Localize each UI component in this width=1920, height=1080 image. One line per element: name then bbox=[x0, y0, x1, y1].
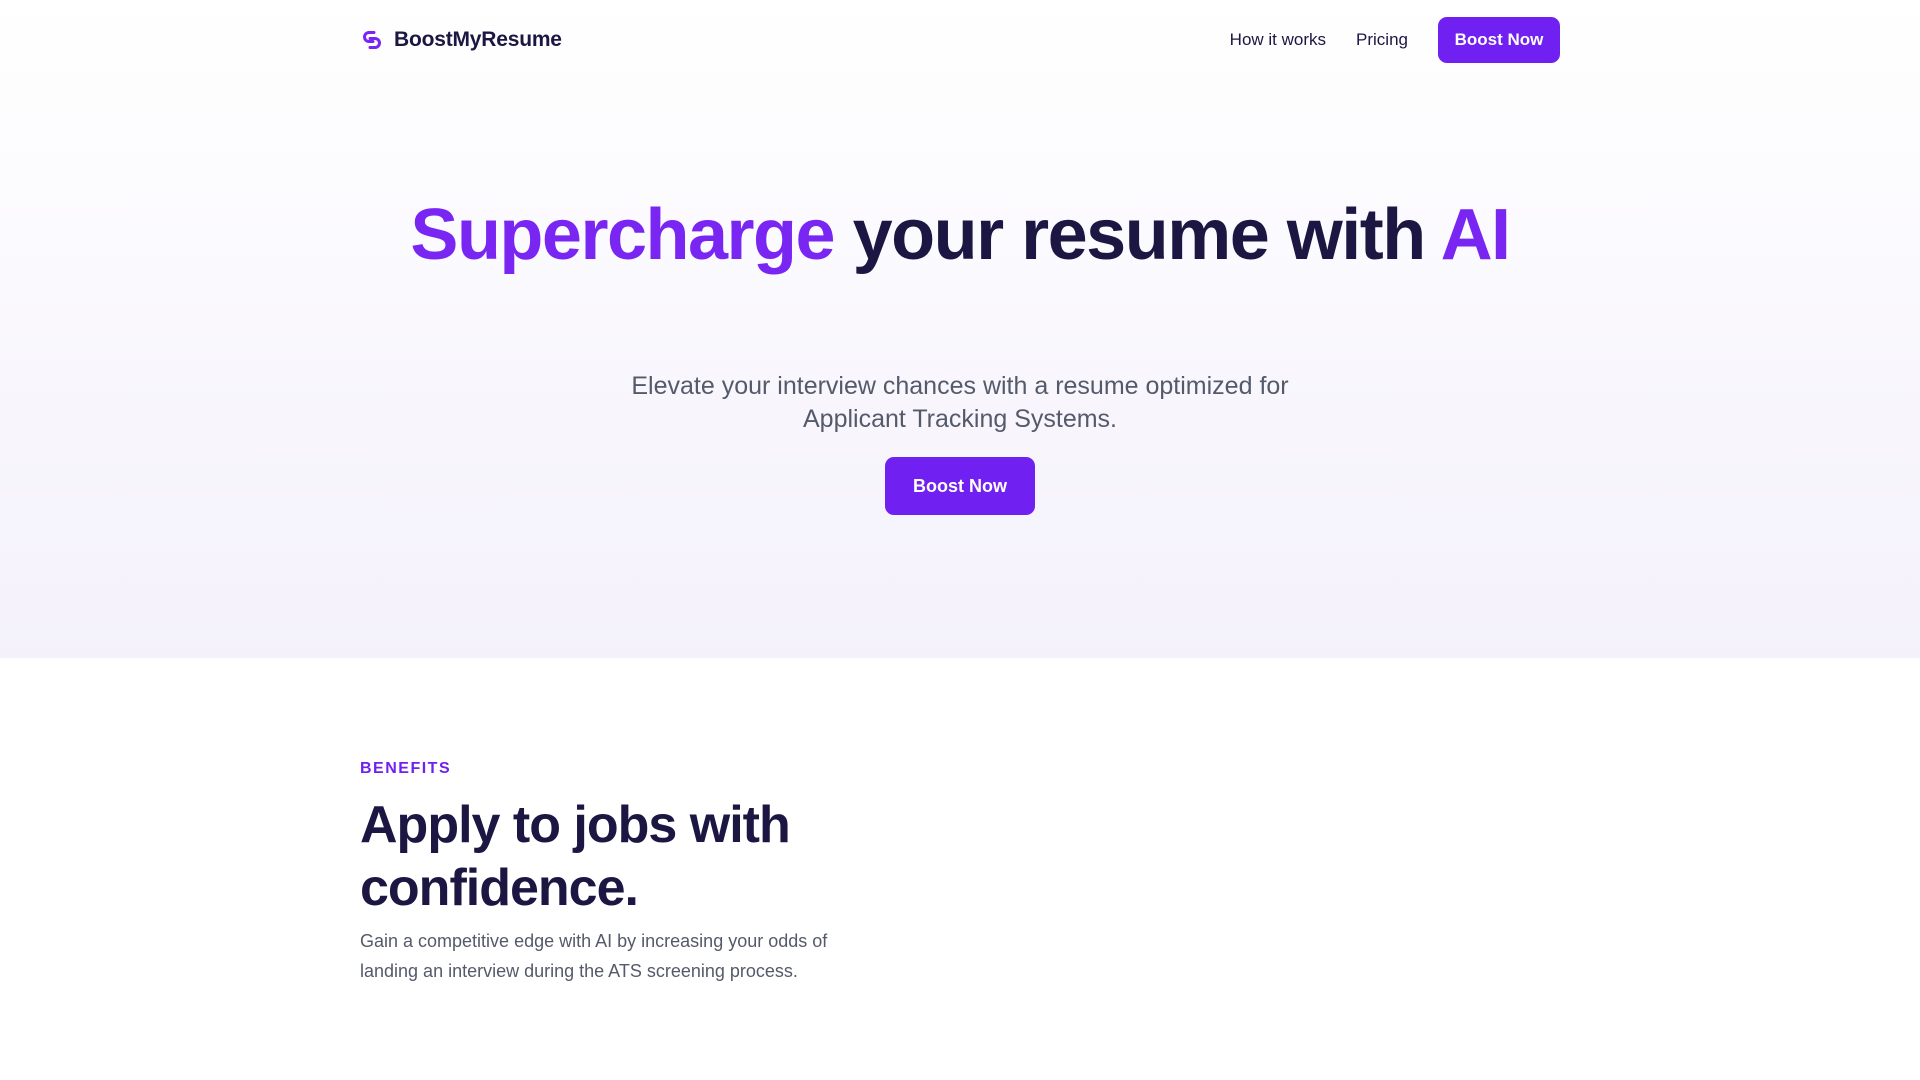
benefits-title: Apply to jobs with confidence. bbox=[360, 796, 791, 917]
hero-title-accent-ai: AI bbox=[1440, 195, 1512, 275]
hero-title-middle: your resume with bbox=[834, 195, 1441, 275]
hero-section bbox=[0, 0, 1920, 658]
benefits-description: Gain a competitive edge with AI by incre… bbox=[360, 931, 828, 981]
nav-links: How it works Pricing Boost Now bbox=[1230, 17, 1560, 63]
brand-name: BoostMyResume bbox=[394, 28, 562, 51]
boost-now-nav-button[interactable]: Boost Now bbox=[1438, 17, 1560, 63]
nav-link-how-it-works[interactable]: How it works bbox=[1230, 30, 1326, 50]
nav-link-pricing[interactable]: Pricing bbox=[1356, 30, 1408, 50]
link-logo-icon bbox=[363, 31, 381, 49]
boost-now-hero-button[interactable]: Boost Now bbox=[885, 457, 1035, 515]
brand-logo[interactable]: BoostMyResume bbox=[360, 28, 562, 52]
benefits-label: BENEFITS bbox=[360, 760, 452, 777]
top-navbar: BoostMyResume How it works Pricing Boost… bbox=[360, 17, 1560, 63]
hero-title-accent-supercharge: Supercharge bbox=[410, 195, 835, 275]
hero-title: Supercharge your resume with AI bbox=[0, 198, 1920, 273]
hero-subtitle: Elevate your interview chances with a re… bbox=[631, 372, 1289, 433]
